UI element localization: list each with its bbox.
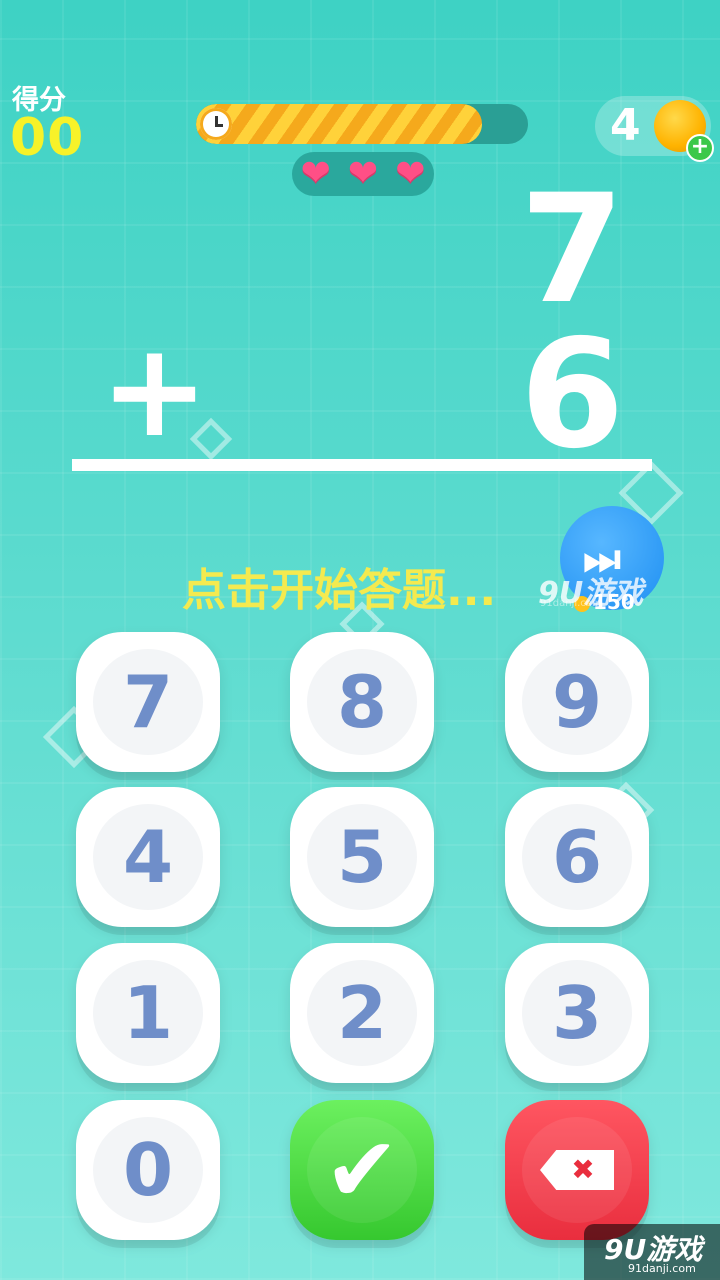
key-7[interactable]: 7 — [76, 632, 220, 772]
confirm-button[interactable]: ✔ — [290, 1100, 434, 1240]
key-5[interactable]: 5 — [290, 787, 434, 927]
key-3[interactable]: 3 — [505, 943, 649, 1083]
check-icon: ✔ — [307, 1117, 417, 1223]
key-label: 4 — [93, 804, 203, 910]
key-4[interactable]: 4 — [76, 787, 220, 927]
watermark-url: 91danji.com — [540, 598, 602, 609]
lives-panel: ❤ ❤ ❤ — [292, 152, 434, 196]
timer-fill — [196, 104, 482, 144]
watermark-url: 91danji.com — [628, 1262, 696, 1275]
key-label: 5 — [307, 804, 417, 910]
heart-icon: ❤ — [347, 153, 379, 194]
key-9[interactable]: 9 — [505, 632, 649, 772]
backspace-icon-wrap: ✖ — [522, 1117, 632, 1223]
heart-icon: ❤ — [300, 153, 331, 194]
timer-bar — [196, 104, 528, 144]
key-8[interactable]: 8 — [290, 632, 434, 772]
operand-top: 7 — [520, 163, 625, 337]
key-label: 7 — [93, 649, 203, 755]
key-label: 2 — [307, 960, 417, 1066]
key-1[interactable]: 1 — [76, 943, 220, 1083]
heart-icon: ❤ — [395, 153, 426, 194]
key-label: 3 — [522, 960, 632, 1066]
key-label: 8 — [307, 649, 417, 755]
key-0[interactable]: 0 — [76, 1100, 220, 1240]
operand-bottom: 6 — [520, 308, 625, 482]
start-prompt[interactable]: 点击开始答题... — [182, 554, 496, 618]
score-value: 00 — [10, 108, 85, 168]
equation-line — [72, 459, 652, 471]
clock-icon — [200, 108, 232, 140]
delete-button[interactable]: ✖ — [505, 1100, 649, 1240]
operator-sign: + — [100, 314, 209, 466]
key-label: 0 — [93, 1117, 203, 1223]
key-label: 1 — [93, 960, 203, 1066]
key-2[interactable]: 2 — [290, 943, 434, 1083]
coin-count: 4 — [610, 100, 641, 151]
key-label: 9 — [522, 649, 632, 755]
key-6[interactable]: 6 — [505, 787, 649, 927]
key-label: 6 — [522, 804, 632, 910]
add-coins-button[interactable]: + — [686, 134, 714, 162]
backspace-icon: ✖ — [540, 1150, 614, 1190]
